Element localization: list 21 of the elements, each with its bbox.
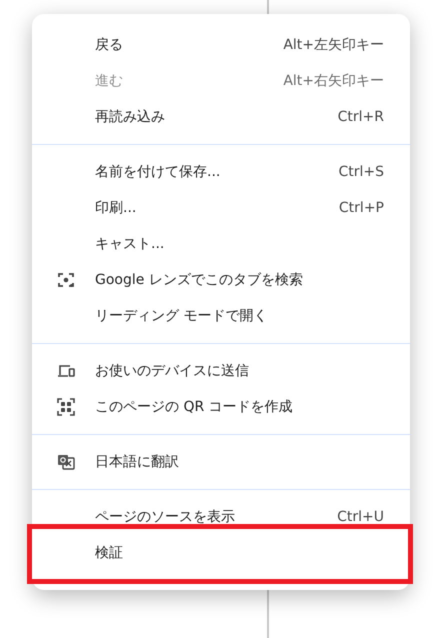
shortcut-label: Ctrl+R — [338, 109, 384, 125]
menu-item[interactable]: キャスト... — [32, 226, 410, 262]
shortcut-label: Ctrl+P — [338, 200, 384, 216]
menu-item[interactable]: Google レンズでこのタブを検索 — [32, 262, 410, 298]
menu-item[interactable]: このページの QR コードを作成 — [32, 389, 410, 425]
menu-item[interactable]: 検証 — [32, 535, 410, 571]
menu-item[interactable]: 日本語に翻訳 — [32, 444, 410, 480]
camera-icon — [56, 270, 76, 290]
translate-icon — [56, 452, 76, 472]
qr-code-icon — [56, 397, 76, 417]
shortcut-label: Alt+右矢印キー — [283, 72, 384, 90]
shortcut-label: Alt+左矢印キー — [283, 36, 384, 54]
menu-item[interactable]: ページのソースを表示 Ctrl+U — [32, 499, 410, 535]
menu-item[interactable]: 印刷... Ctrl+P — [32, 190, 410, 226]
menu-item[interactable]: お使いのデバイスに送信 — [32, 353, 410, 389]
shortcut-label: Ctrl+S — [338, 164, 384, 180]
menu-item[interactable]: 戻る Alt+左矢印キー — [32, 27, 410, 63]
menu-item[interactable]: リーディング モードで開く — [32, 298, 410, 334]
menu-item[interactable]: 再読み込み Ctrl+R — [32, 99, 410, 135]
shortcut-label: Ctrl+U — [337, 509, 384, 525]
menu-item[interactable]: 名前を付けて保存... Ctrl+S — [32, 154, 410, 190]
